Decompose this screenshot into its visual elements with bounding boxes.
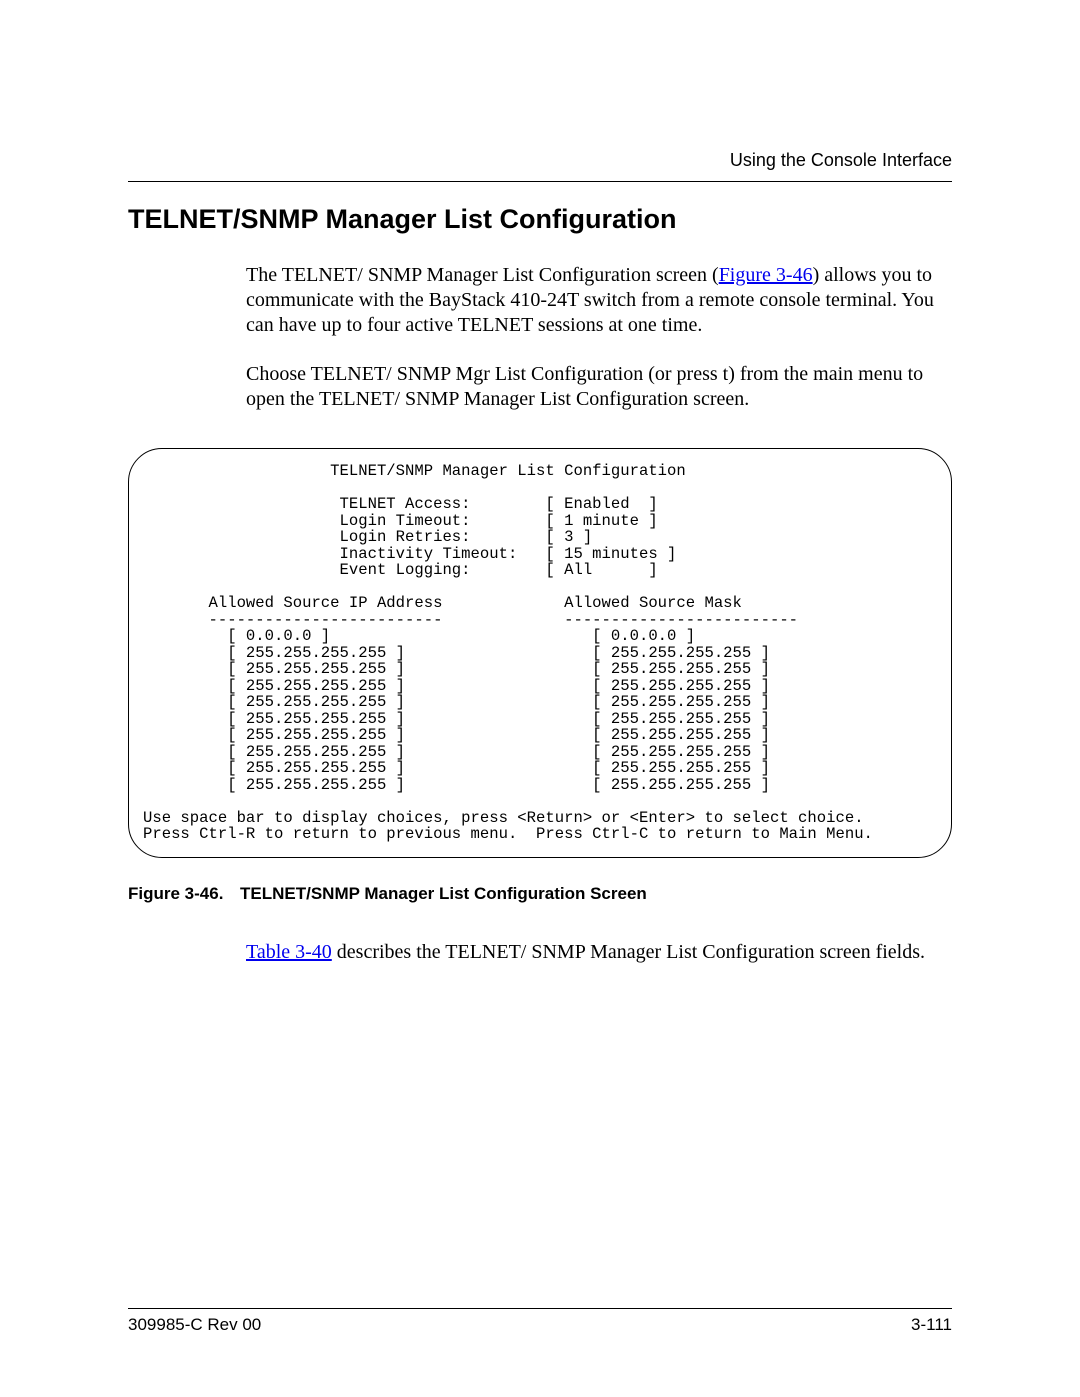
running-head: Using the Console Interface <box>128 150 952 171</box>
figure-label: Figure 3-46. <box>128 884 240 904</box>
figure-link[interactable]: Figure 3-46 <box>719 264 813 286</box>
page: Using the Console Interface TELNET/SNMP … <box>0 0 1080 1397</box>
terminal-frame: TELNET/SNMP Manager List Configuration T… <box>128 448 952 858</box>
footer-page-number: 3-111 <box>911 1315 952 1335</box>
section-title: TELNET/SNMP Manager List Configuration <box>128 204 952 235</box>
para3-post: describes the TELNET/ SNMP Manager List … <box>332 941 925 963</box>
paragraph-3: Table 3-40 describes the TELNET/ SNMP Ma… <box>246 940 952 965</box>
paragraph-2: Choose TELNET/ SNMP Mgr List Configurati… <box>246 362 952 412</box>
post-figure-block: Table 3-40 describes the TELNET/ SNMP Ma… <box>246 940 952 965</box>
footer-doc-id: 309985-C Rev 00 <box>128 1315 261 1335</box>
para1-pre: The TELNET/ SNMP Manager List Configurat… <box>246 264 719 286</box>
table-link[interactable]: Table 3-40 <box>246 941 332 963</box>
footer: 309985-C Rev 00 3-111 <box>128 1308 952 1335</box>
top-rule <box>128 181 952 182</box>
paragraph-1: The TELNET/ SNMP Manager List Configurat… <box>246 263 952 338</box>
intro-block: The TELNET/ SNMP Manager List Configurat… <box>246 263 952 412</box>
bottom-rule <box>128 1308 952 1309</box>
footer-row: 309985-C Rev 00 3-111 <box>128 1315 952 1335</box>
terminal-screen: TELNET/SNMP Manager List Configuration T… <box>143 463 933 843</box>
figure-caption: Figure 3-46.TELNET/SNMP Manager List Con… <box>128 884 952 904</box>
figure-caption-text: TELNET/SNMP Manager List Configuration S… <box>240 884 647 903</box>
